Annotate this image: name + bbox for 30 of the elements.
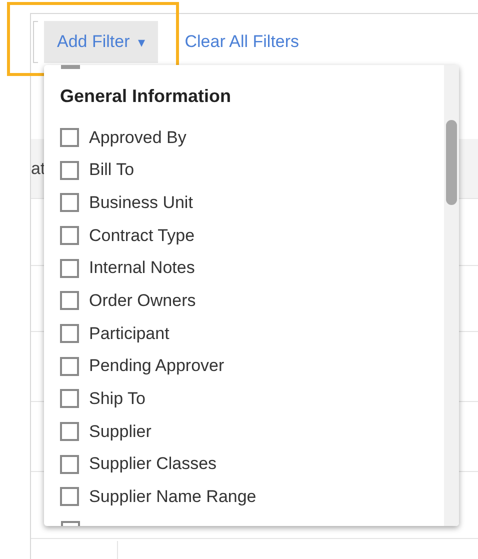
option-label[interactable]: Approved By: [89, 124, 186, 150]
option-label[interactable]: Bill To: [89, 157, 134, 183]
section-heading: General Information: [60, 85, 232, 108]
option-label[interactable]: Internal Notes: [89, 255, 195, 281]
option-label[interactable]: Order Owners: [89, 288, 196, 314]
option-label[interactable]: Supplier Classes: [89, 451, 217, 477]
checkbox[interactable]: [60, 324, 79, 343]
checkbox[interactable]: [60, 389, 79, 408]
checkbox[interactable]: [60, 487, 79, 506]
checkbox[interactable]: [60, 454, 79, 474]
checkbox-edge: [61, 521, 80, 526]
checkbox[interactable]: [60, 193, 79, 212]
option-label[interactable]: Supplier: [89, 418, 152, 444]
option-label[interactable]: Contract Type: [89, 222, 195, 248]
checkbox[interactable]: [60, 291, 79, 310]
option-label[interactable]: Ship To: [89, 386, 146, 412]
option-label[interactable]: Participant: [89, 320, 170, 346]
checkbox[interactable]: [60, 160, 79, 180]
checkbox[interactable]: [60, 128, 79, 147]
checkbox-edge: [61, 65, 80, 69]
scrollbar[interactable]: [444, 65, 459, 526]
table-cell-text: at: [31, 158, 46, 180]
option-label[interactable]: Business Unit: [89, 190, 193, 216]
clear-all-filters-link[interactable]: Clear All Filters: [184, 29, 300, 55]
option-label[interactable]: Supplier Name Range: [89, 484, 256, 510]
checkbox[interactable]: [60, 422, 79, 442]
checkbox[interactable]: [60, 226, 79, 245]
checkbox[interactable]: [60, 356, 79, 376]
option-label[interactable]: Pending Approver: [89, 353, 224, 379]
checkbox[interactable]: [60, 258, 79, 278]
